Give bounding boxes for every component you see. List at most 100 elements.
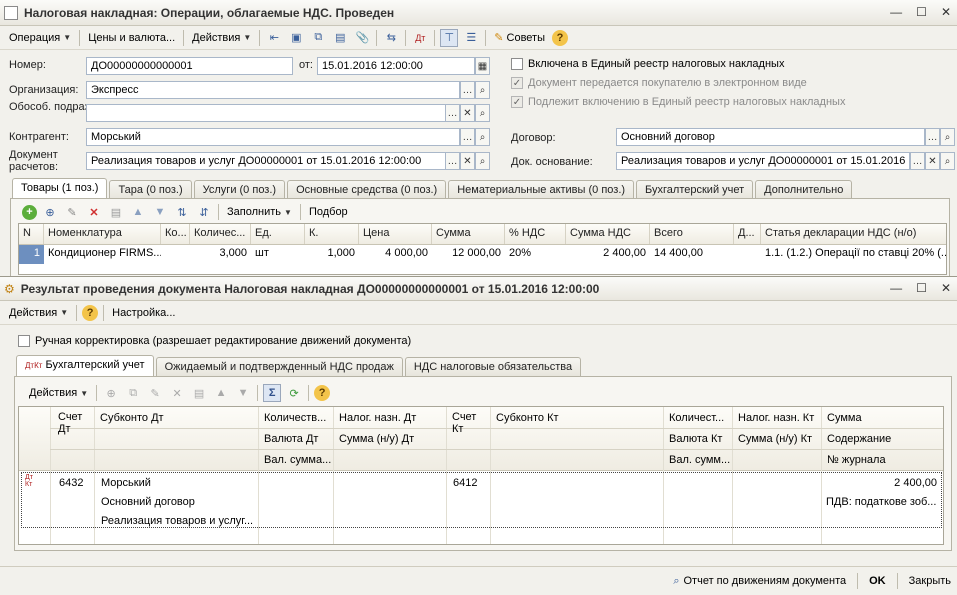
col-header[interactable]: % НДС (505, 224, 566, 244)
select-dots-icon[interactable]: … (910, 152, 925, 170)
col-header[interactable]: N (19, 224, 44, 244)
tab-result-expected-vat[interactable]: Ожидаемый и подтвержденный НДС продаж (155, 357, 403, 376)
add-icon[interactable]: + (22, 204, 37, 220)
calendar-icon[interactable]: ▦ (475, 57, 490, 75)
tab-goods[interactable]: Товары (1 поз.) (12, 178, 108, 199)
close-button[interactable]: Закрыть (909, 575, 951, 587)
list-icon[interactable]: ☰ (462, 29, 480, 47)
col-header[interactable]: Субконто Кт (492, 410, 662, 426)
grid-actions-menu[interactable]: Действия ▼ (24, 387, 93, 399)
open-search-icon[interactable]: ⌕ (940, 152, 955, 170)
subordination-icon[interactable]: ⊤ (440, 28, 459, 47)
select-dots-icon[interactable]: … (925, 128, 940, 146)
help-icon[interactable]: ? (552, 29, 568, 46)
refresh-icon[interactable]: ▣ (287, 29, 305, 47)
col-header[interactable]: Субконто Дт (96, 410, 256, 426)
col-header[interactable]: Сумма НДС (566, 224, 650, 244)
col-header[interactable]: Вал. сумма... (260, 452, 333, 468)
clear-icon[interactable]: ✕ (460, 152, 475, 170)
sort-asc-icon[interactable]: ⇅ (173, 203, 191, 221)
add-copy-icon[interactable]: ⊕ (41, 203, 59, 221)
close-icon[interactable]: ✕ (941, 281, 951, 295)
table-row[interactable]: 1 Кондиционер FIRMS... 3,000 шт 1,000 4 … (19, 245, 946, 264)
tab-tare[interactable]: Тара (0 поз.) (109, 180, 192, 199)
copy-icon[interactable]: ⧉ (309, 29, 327, 47)
dt-kt-icon[interactable]: Дт (411, 29, 429, 47)
open-search-icon[interactable]: ⌕ (475, 81, 490, 99)
ok-button[interactable]: OK (869, 575, 886, 587)
sort-desc-icon[interactable]: ⇵ (195, 203, 213, 221)
checkbox[interactable] (511, 58, 523, 70)
open-search-icon[interactable]: ⌕ (475, 128, 490, 146)
structure-icon[interactable]: ⇆ (382, 29, 400, 47)
settlement-field[interactable]: Реализация товаров и услуг ДО00000001 от… (86, 152, 460, 170)
tab-intangible[interactable]: Нематериальные активы (0 поз.) (448, 180, 635, 199)
refresh-icon[interactable]: ⟳ (285, 384, 303, 402)
move-down-icon[interactable]: ▼ (151, 203, 169, 221)
save-icon[interactable]: ▤ (331, 29, 349, 47)
tab-accounting[interactable]: Бухгалтерский учет (636, 180, 754, 199)
sum-icon[interactable]: Σ (263, 384, 282, 402)
clear-icon[interactable]: ✕ (925, 152, 940, 170)
col-header[interactable]: Счет Дт (54, 409, 94, 437)
close-icon[interactable]: ✕ (941, 5, 951, 19)
open-search-icon[interactable]: ⌕ (940, 128, 955, 146)
col-header[interactable]: К. (305, 224, 359, 244)
attachment-icon[interactable]: 📎 (353, 29, 371, 47)
move-up-icon[interactable]: ▲ (129, 203, 147, 221)
contract-field[interactable]: Основний договор (616, 128, 925, 146)
number-field[interactable]: ДО00000000000001 (86, 57, 293, 75)
select-button[interactable]: Подбор (304, 206, 353, 218)
col-header[interactable]: Количеств... (260, 410, 333, 426)
col-header[interactable]: Содержание (823, 431, 943, 447)
col-header[interactable]: Количес... (190, 224, 251, 244)
col-header[interactable]: Сумма (н/у) Дт (335, 431, 446, 447)
actions-menu[interactable]: Действия ▼ (187, 32, 256, 44)
tab-services[interactable]: Услуги (0 поз.) (193, 180, 286, 199)
col-header[interactable]: Валюта Кт (665, 431, 732, 447)
operation-menu[interactable]: Операция ▼ (4, 32, 76, 44)
registry-checkbox[interactable]: Включена в Единый реестр налоговых накла… (511, 58, 784, 70)
col-header[interactable]: Всего (650, 224, 734, 244)
help-icon[interactable]: ? (82, 304, 99, 321)
result-actions-menu[interactable]: Действия ▼ (4, 307, 73, 319)
col-header[interactable]: Сумма (823, 410, 943, 426)
tab-fixed-assets[interactable]: Основные средства (0 поз.) (287, 180, 447, 199)
col-header[interactable]: Цена (359, 224, 432, 244)
col-header[interactable]: Ко... (161, 224, 190, 244)
edit-icon[interactable]: ✎ (63, 203, 81, 221)
prices-button[interactable]: Цены и валюта... (83, 32, 180, 44)
col-header[interactable]: Вал. сумм... (665, 452, 732, 468)
tab-result-vat-obligations[interactable]: НДС налоговые обязательства (404, 357, 582, 376)
minimize-icon[interactable]: — (890, 5, 902, 19)
maximize-icon[interactable]: ☐ (916, 281, 927, 295)
manual-correction-checkbox[interactable]: Ручная корректировка (разрешает редактир… (18, 335, 411, 347)
open-search-icon[interactable]: ⌕ (475, 104, 490, 122)
tab-additional[interactable]: Дополнительно (755, 180, 853, 199)
col-header[interactable]: Счет Кт (448, 409, 490, 437)
contractor-field[interactable]: Морський (86, 128, 460, 146)
col-header[interactable]: Статья декларации НДС (н/о) (761, 224, 946, 244)
report-button[interactable]: ⌕ Отчет по движениям документа (673, 575, 846, 588)
post-icon[interactable]: ⇤ (265, 29, 283, 47)
delete-icon[interactable]: ✕ (85, 203, 103, 221)
select-dots-icon[interactable]: … (445, 152, 460, 170)
select-dots-icon[interactable]: … (445, 104, 460, 122)
checkbox[interactable] (18, 335, 30, 347)
save-row-icon[interactable]: ▤ (107, 203, 125, 221)
tips-button[interactable]: ✎ Советы (489, 31, 550, 45)
col-header[interactable]: Сумма (432, 224, 505, 244)
tab-result-accounting[interactable]: ДтКт Бухгалтерский учет (16, 355, 154, 376)
basis-field[interactable]: Реализация товаров и услуг ДО00000001 от… (616, 152, 910, 170)
open-search-icon[interactable]: ⌕ (475, 152, 490, 170)
date-field[interactable]: 15.01.2016 12:00:00 (317, 57, 475, 75)
col-header[interactable]: Валюта Дт (260, 431, 333, 447)
col-header[interactable]: Номенклатура (44, 224, 161, 244)
maximize-icon[interactable]: ☐ (916, 5, 927, 19)
select-dots-icon[interactable]: … (460, 81, 475, 99)
col-header[interactable]: Налог. назн. Дт (335, 410, 446, 426)
col-header[interactable]: Д... (734, 224, 761, 244)
col-header[interactable]: № журнала (823, 452, 943, 468)
fill-menu[interactable]: Заполнить ▼ (222, 206, 297, 218)
settings-button[interactable]: Настройка... (107, 307, 180, 319)
